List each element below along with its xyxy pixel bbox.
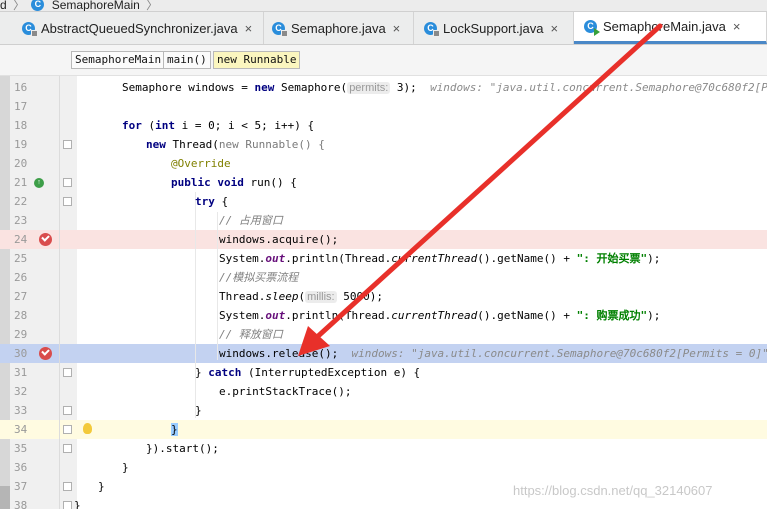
watermark: https://blog.csdn.net/qq_32140607: [513, 483, 713, 498]
arrow-shaft: [313, 23, 663, 341]
ide-window: d 〉 C SemaphoreMain 〉 C AbstractQueuedSy…: [0, 0, 767, 509]
annotation-arrow: [298, 23, 663, 356]
